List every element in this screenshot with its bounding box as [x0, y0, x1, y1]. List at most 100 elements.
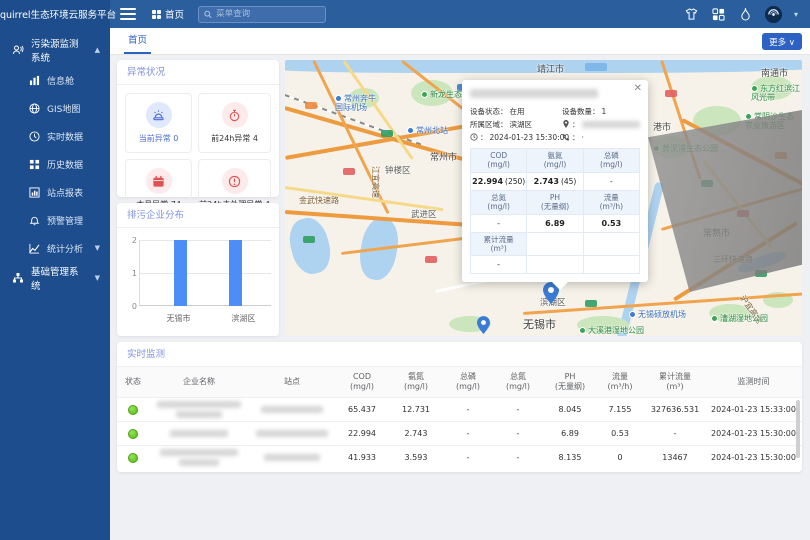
line-chart-icon [28, 242, 40, 254]
y-tick: 0 [125, 302, 137, 311]
y-tick: 1 [125, 269, 137, 278]
bell-icon [28, 214, 40, 226]
sidebar-item-statistics[interactable]: 统计分析 ▼ [0, 234, 110, 262]
user-menu-chevron-icon[interactable]: ▾ [794, 10, 798, 19]
menu-toggle-icon[interactable] [120, 8, 136, 20]
sidebar-section-base-management[interactable]: 基础管理系统 ▼ [0, 262, 110, 294]
popup-col-header: 流量 [604, 193, 619, 202]
popup-col-unit: (mg/l) [600, 160, 623, 169]
popup-value-limit: (250) [505, 177, 525, 186]
park-poi-icon [745, 113, 752, 120]
flow-value: 0.53 [597, 422, 643, 445]
map-popup: ✕ 设备状态：在用 设备数量：1 所属区域：滨湖区 ： ：2024-01-23 … [462, 80, 648, 282]
search-icon [204, 10, 212, 19]
tab-home[interactable]: 首页 [124, 28, 151, 54]
bar-chart: 2 1 0 无锡市 滨湖区 [117, 228, 279, 332]
map-pin[interactable] [477, 316, 490, 334]
ph-value: 8.045 [543, 398, 597, 421]
popup-col-unit: (m³) [491, 244, 507, 253]
table-row[interactable]: 41.933 3.593 - - 8.135 0 13467 2024-01-2… [117, 445, 802, 469]
location-pin-icon [562, 120, 570, 128]
map-label-district: 钟楼区 [385, 164, 411, 176]
popup-col-unit: (mg/l) [487, 202, 510, 211]
map-label-district: 武进区 [411, 208, 437, 220]
breadcrumb-label: 首页 [165, 7, 184, 21]
menu-search[interactable] [198, 6, 326, 23]
popup-phone: · [582, 133, 584, 142]
sidebar-section-pollution-monitoring[interactable]: 污染源监测系统 ▲ [0, 34, 110, 66]
airport-poi-icon [629, 311, 636, 318]
table-header-row: 状态 企业名称 站点 COD(mg/l) 氨氮(mg/l) 总磷(mg/l) 总… [117, 367, 802, 397]
nh3-value: 2.743 [389, 422, 443, 445]
status-card-current-abnormal[interactable]: 当前异常 0 [125, 93, 192, 153]
bar-wuxi[interactable] [174, 240, 187, 306]
sidebar-item-station-report[interactable]: 站点报表 [0, 178, 110, 206]
flame-icon[interactable] [738, 7, 753, 22]
chevron-up-icon: ▲ [95, 46, 100, 54]
calendar-icon [146, 168, 172, 194]
popup-col-header: 氨氮 [547, 151, 562, 160]
sidebar-item-label: 站点报表 [47, 186, 83, 199]
nh3-value: 3.593 [389, 446, 443, 469]
sidebar-item-realtime-data[interactable]: 实时数据 [0, 122, 110, 150]
popup-value-limit: (45) [561, 177, 576, 186]
monitor-time: 2024-01-23 15:33:00 [707, 398, 800, 421]
tn-value: - [493, 446, 543, 469]
sidebar-item-info-cabin[interactable]: 信息舱 [0, 66, 110, 94]
popup-time: 2024-01-23 15:30:00 [490, 133, 570, 142]
popup-value: 22.994 [472, 177, 503, 186]
popup-value: - [497, 260, 500, 269]
popup-col-unit: (m³/h) [600, 202, 623, 211]
sidebar-item-history-data[interactable]: 历史数据 [0, 150, 110, 178]
popup-value: - [497, 219, 500, 228]
popup-value: 2.743 [534, 177, 559, 186]
breadcrumb[interactable]: 首页 [152, 7, 184, 21]
region-label: 所属区域： [470, 119, 508, 130]
sidebar-item-label: GIS地图 [47, 102, 80, 115]
layout-icon[interactable] [711, 7, 726, 22]
sidebar-item-label: 预警管理 [47, 214, 83, 227]
panel-title: 排污企业分布 [117, 203, 279, 228]
alert-icon [222, 168, 248, 194]
station-poi-icon [407, 127, 414, 134]
cod-value: 22.994 [335, 422, 389, 445]
dashboard-icon [152, 10, 161, 19]
globe-icon [28, 102, 40, 114]
ph-value: 6.89 [543, 422, 597, 445]
panel-title: 实时监测 [117, 342, 802, 367]
siren-icon [146, 102, 172, 128]
theme-skin-icon[interactable] [684, 7, 699, 22]
status-card-24h-abnormal[interactable]: 前24h异常 4 [198, 93, 271, 153]
chevron-down-icon: ▼ [95, 274, 100, 282]
address-redacted [582, 121, 640, 128]
sidebar-item-alert-management[interactable]: 预警管理 [0, 206, 110, 234]
bar-binhu[interactable] [229, 240, 242, 306]
table-scrollbar[interactable] [796, 400, 800, 458]
tp-value: - [443, 446, 493, 469]
popup-col-header: COD [490, 151, 507, 160]
close-icon[interactable]: ✕ [634, 84, 642, 94]
user-avatar[interactable] [765, 6, 782, 23]
search-input[interactable] [216, 9, 320, 19]
map-label-road: 江宜高速 [370, 166, 381, 198]
abnormal-status-panel: 异常状况 当前异常 0 前24h异常 4 本月异常 74 前24h未处理异常 4 [117, 60, 279, 197]
park-poi-icon [711, 315, 718, 322]
ph-value: 8.135 [543, 446, 597, 469]
table-row[interactable]: 22.994 2.743 - - 6.89 0.53 - 2024-01-23 … [117, 421, 802, 445]
park-poi-icon [751, 85, 758, 92]
more-button[interactable]: 更多 ∨ [762, 33, 802, 50]
realtime-monitor-panel: 实时监测 状态 企业名称 站点 COD(mg/l) 氨氮(mg/l) 总磷(mg… [117, 342, 802, 472]
device-status-value: 在用 [510, 106, 525, 117]
grid-icon [28, 158, 40, 170]
x-label: 滨湖区 [231, 313, 255, 324]
table-row[interactable]: 65.437 12.731 - - 8.045 7.155 327636.531… [117, 397, 802, 421]
status-card-label: 当前异常 0 [139, 133, 179, 144]
sidebar-section-label: 污染源监测系统 [31, 36, 88, 64]
region-value: 滨湖区 [510, 119, 533, 130]
gis-map[interactable]: 靖江市 南通市 港市 常州市 钟楼区 武进区 无锡市 滨湖区 常熟市 金武快速路… [285, 60, 802, 336]
sidebar-item-gis-map[interactable]: GIS地图 [0, 94, 110, 122]
clock-icon [470, 133, 478, 141]
popup-title-redacted [470, 89, 598, 98]
map-label-city: 南通市 [761, 66, 788, 79]
park-poi-icon [421, 91, 428, 98]
